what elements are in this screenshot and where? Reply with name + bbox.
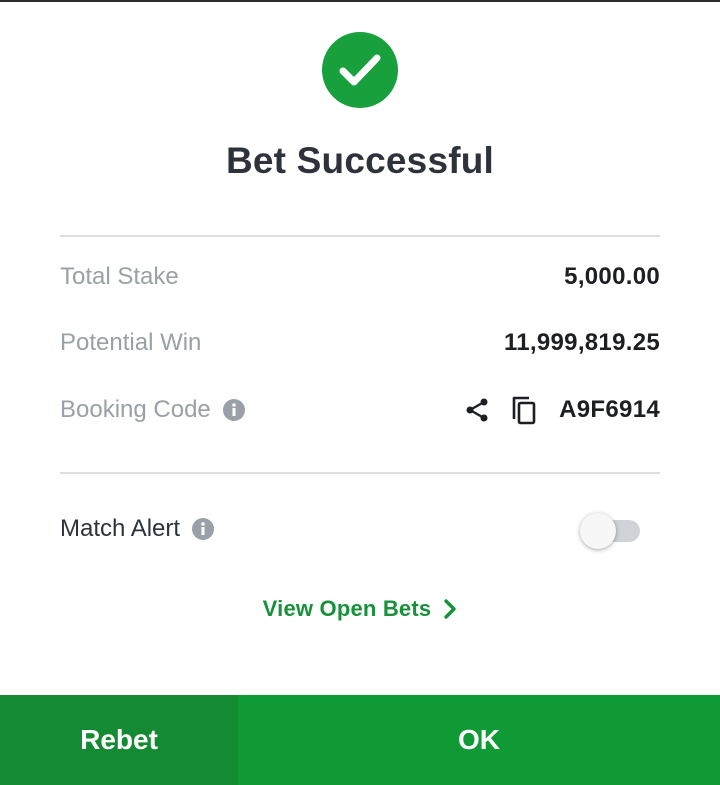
match-alert-label-group: Match Alert — [60, 515, 215, 543]
top-border — [0, 0, 720, 2]
chevron-right-icon — [443, 598, 457, 620]
view-open-bets-link[interactable]: View Open Bets — [263, 596, 458, 622]
rebet-button[interactable]: Rebet — [0, 695, 238, 785]
share-icon[interactable] — [463, 396, 491, 424]
potential-win-row: Potential Win 11,999,819.25 — [60, 323, 660, 363]
match-alert-row: Match Alert — [60, 509, 660, 549]
match-alert-toggle[interactable] — [580, 509, 642, 549]
total-stake-value: 5,000.00 — [564, 263, 660, 290]
ok-button[interactable]: OK — [238, 695, 720, 785]
match-alert-label: Match Alert — [60, 515, 181, 542]
booking-code-label: Booking Code — [60, 396, 211, 423]
booking-code-actions: A9F6914 — [463, 395, 660, 425]
total-stake-row: Total Stake 5,000.00 — [60, 257, 660, 297]
divider-top — [60, 235, 660, 237]
total-stake-label: Total Stake — [60, 263, 179, 290]
potential-win-value: 11,999,819.25 — [503, 329, 660, 356]
dialog-title: Bet Successful — [225, 140, 495, 181]
view-open-bets-container: View Open Bets — [0, 596, 720, 622]
booking-code-label-group: Booking Code — [60, 396, 245, 424]
match-alert-info-icon[interactable] — [192, 518, 215, 540]
copy-icon[interactable] — [511, 395, 537, 425]
dialog-footer: Rebet OK — [0, 695, 720, 785]
booking-code-value[interactable]: A9F6914 — [559, 396, 660, 424]
potential-win-label: Potential Win — [60, 329, 202, 356]
divider-bottom — [60, 472, 660, 474]
bet-success-dialog: Bet Successful Total Stake 5,000.00 Pote… — [0, 0, 720, 785]
toggle-thumb — [580, 513, 616, 549]
booking-code-info-icon[interactable] — [222, 399, 245, 421]
booking-code-row: Booking Code A9F6914 — [60, 390, 660, 430]
view-open-bets-label: View Open Bets — [262, 596, 432, 621]
check-circle-icon — [322, 32, 398, 108]
